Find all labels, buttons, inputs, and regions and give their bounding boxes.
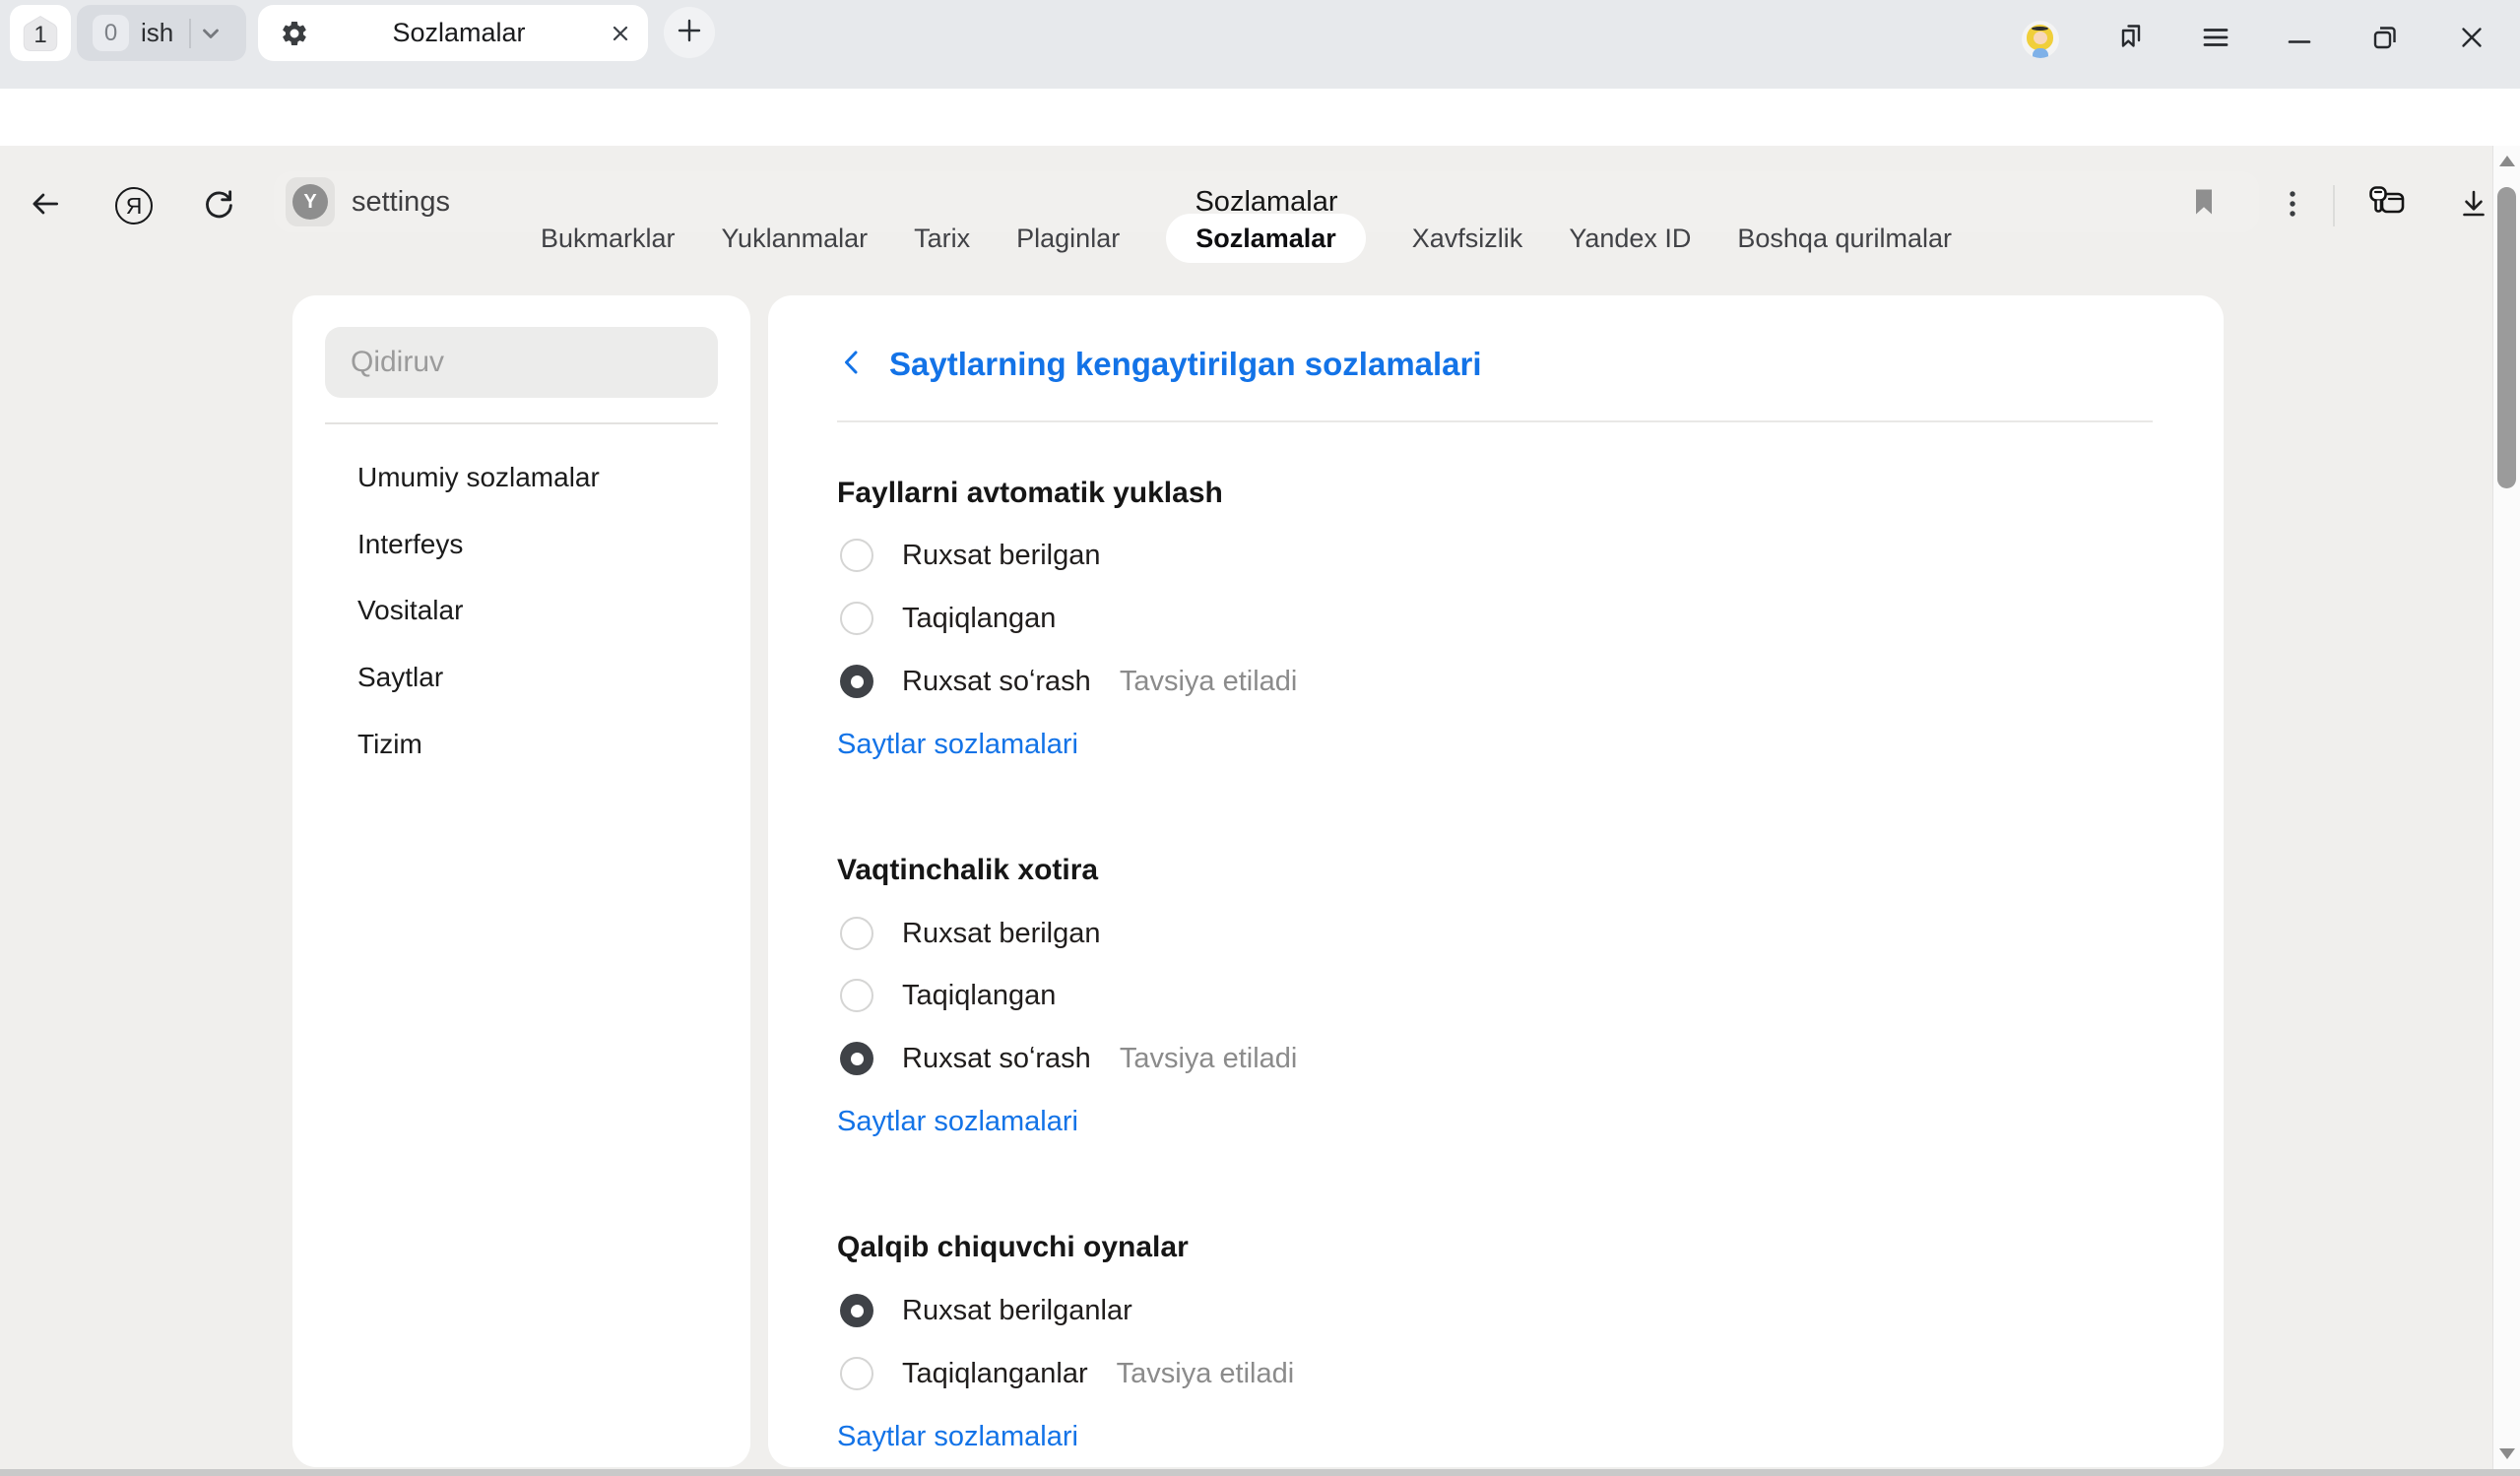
radio-option[interactable]: Ruxsat soʻrash Tavsiya etiladi [840,662,1297,701]
settings-sidebar: Umumiy sozlamalar Interfeys Vositalar Sa… [292,295,750,1467]
sidebar-divider [325,422,718,424]
workspace-divider [189,19,191,48]
nav-tab-bookmarks[interactable]: Bukmarklar [541,214,676,263]
new-tab-button[interactable] [664,7,715,58]
radio-option[interactable]: Taqiqlangan [840,599,1056,638]
workspace-count-badge: 0 [93,15,129,51]
bookmarks-panel-button[interactable] [2112,20,2152,59]
window-minimize-button[interactable] [2280,20,2319,59]
window-restore-button[interactable] [2365,20,2405,59]
tab-strip: 1 0 ish Sozlamalar [0,0,2520,89]
back-chevron-icon[interactable] [837,345,867,385]
plus-icon [673,14,706,52]
radio-label[interactable]: Ruxsat berilganlar [902,1295,1132,1327]
sidebar-item-sites[interactable]: Saytlar [357,658,443,697]
radio-label[interactable]: Taqiqlanganlar [902,1358,1088,1390]
tab-close-icon[interactable] [609,22,632,45]
scroll-down-icon[interactable] [2499,1448,2515,1459]
nav-tab-settings[interactable]: Sozlamalar [1166,214,1366,263]
nav-tab-plugins[interactable]: Plaginlar [1016,214,1120,263]
chevron-down-icon[interactable] [198,21,224,46]
nav-tab-yandex-id[interactable]: Yandex ID [1569,214,1691,263]
hamburger-menu-icon [2199,21,2232,59]
site-settings-link[interactable]: Saytlar sozlamalari [837,1102,1078,1141]
site-settings-link[interactable]: Saytlar sozlamalari [837,725,1078,764]
radio-label[interactable]: Ruxsat soʻrash [902,666,1091,698]
gear-icon [280,19,309,48]
settings-main-panel: Saytlarning kengaytirilgan sozlamalari F… [768,295,2224,1467]
minimize-icon [2283,21,2316,59]
radio-option[interactable]: Ruxsat berilgan [840,914,1101,953]
radio-button-unselected[interactable] [840,917,873,950]
radio-button-selected[interactable] [840,665,873,698]
radio-button-unselected[interactable] [840,979,873,1012]
restore-icon [2368,21,2402,59]
radio-option[interactable]: Taqiqlangan [840,976,1056,1015]
page-title[interactable]: Saytlarning kengaytirilgan sozlamalari [889,346,1482,383]
advanced-site-settings-header[interactable]: Saytlarning kengaytirilgan sozlamalari [837,343,1482,386]
radio-option[interactable]: Ruxsat berilganlar [840,1291,1132,1330]
scrollbar-thumb[interactable] [2497,187,2516,488]
avatar-face [2034,32,2047,44]
site-settings-link[interactable]: Saytlar sozlamalari [837,1417,1078,1456]
recommended-note: Tavsiya etiladi [1120,666,1298,698]
window-close-button[interactable] [2452,20,2491,59]
radio-option[interactable]: Taqiqlanganlar Tavsiya etiladi [840,1354,1294,1393]
section-title-cache: Vaqtinchalik xotira [837,851,1098,890]
browser-window: 1 0 ish Sozlamalar [0,0,2520,1476]
bookmark-flag-icon[interactable] [2192,187,2216,217]
section-title-popups: Qalqib chiquvchi oynalar [837,1228,1189,1267]
close-icon [2455,21,2488,59]
radio-button-unselected[interactable] [840,1357,873,1390]
header-divider [837,420,2153,422]
tab-title: Sozlamalar [309,18,609,48]
nav-tab-other-devices[interactable]: Boshqa qurilmalar [1737,214,1952,263]
radio-label[interactable]: Taqiqlangan [902,603,1056,635]
tab-count-badge: 1 [23,18,58,52]
all-tabs-button[interactable]: 1 [10,5,71,61]
bookmarks-icon [2115,21,2149,59]
radio-button-unselected[interactable] [840,539,873,572]
browser-tab-settings[interactable]: Sozlamalar [258,5,648,61]
radio-label[interactable]: Ruxsat soʻrash [902,1043,1091,1075]
section-title-auto-download: Fayllarni avtomatik yuklash [837,474,1223,513]
sidebar-item-tools[interactable]: Vositalar [357,591,463,630]
radio-label[interactable]: Taqiqlangan [902,980,1056,1012]
address-toolbar: Я Y settings Sozlamalar [0,89,2520,146]
sidebar-item-system[interactable]: Tizim [357,725,422,764]
search-input[interactable] [325,327,718,398]
avatar-dress [2033,48,2048,58]
vertical-scrollbar[interactable] [2492,146,2520,1469]
nav-tab-downloads[interactable]: Yuklanmalar [722,214,869,263]
settings-nav: Bukmarklar Yuklanmalar Tarix Plaginlar S… [0,214,2492,263]
radio-button-selected[interactable] [840,1294,873,1327]
horizontal-scrollbar-track [0,1469,2520,1476]
scroll-up-icon[interactable] [2499,156,2515,166]
radio-button-unselected[interactable] [840,602,873,635]
profile-avatar[interactable] [2022,21,2059,58]
sidebar-item-general[interactable]: Umumiy sozlamalar [357,458,600,497]
radio-button-selected[interactable] [840,1042,873,1075]
recommended-note: Tavsiya etiladi [1120,1043,1298,1075]
workspace-switcher[interactable]: 0 ish [77,5,246,61]
browser-menu-button[interactable] [2196,20,2235,59]
avatar-headband [2032,27,2048,31]
radio-label[interactable]: Ruxsat berilgan [902,918,1101,950]
nav-tab-security[interactable]: Xavfsizlik [1412,214,1523,263]
nav-tab-history[interactable]: Tarix [914,214,970,263]
radio-label[interactable]: Ruxsat berilgan [902,540,1101,572]
workspace-label: ish [141,18,173,48]
radio-option[interactable]: Ruxsat berilgan [840,536,1101,575]
sidebar-item-interface[interactable]: Interfeys [357,525,463,564]
recommended-note: Tavsiya etiladi [1117,1358,1295,1390]
radio-option[interactable]: Ruxsat soʻrash Tavsiya etiladi [840,1039,1297,1078]
